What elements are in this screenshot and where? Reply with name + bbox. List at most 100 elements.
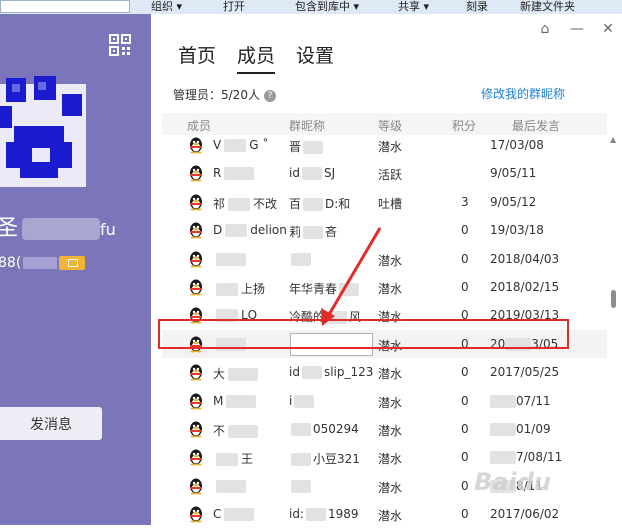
- menu-share[interactable]: 共享 ▾: [398, 0, 429, 14]
- member-row[interactable]: Cid: 1989 潜水 0 2017/06/02: [162, 500, 607, 528]
- tab-bar: 首页 成员 设置: [178, 41, 334, 74]
- group-profile-panel: 圣 fu 88( 发消息: [0, 14, 151, 525]
- member-name: 上扬: [213, 280, 265, 297]
- member-level: 潜水: [378, 367, 403, 382]
- member-last-speak: 9/05/11: [490, 166, 537, 181]
- admin-count: 管理员：5/20人?: [173, 86, 276, 103]
- member-level: 潜水: [378, 395, 403, 410]
- pin-icon[interactable]: ⌂: [536, 20, 554, 38]
- member-name: 大: [213, 365, 261, 382]
- scroll-up-icon[interactable]: ▲: [610, 135, 616, 144]
- menu-include-library[interactable]: 包含到库中 ▾: [295, 0, 359, 14]
- member-level: 潜水: [378, 452, 403, 467]
- tab-members[interactable]: 成员: [237, 41, 276, 74]
- member-name: 王: [213, 450, 253, 467]
- member-points: 0: [461, 393, 469, 408]
- qq-penguin-icon: [190, 279, 202, 296]
- member-group-card: id slip_123: [289, 365, 374, 380]
- qq-penguin-icon: [190, 222, 202, 239]
- member-row[interactable]: Mi 潜水 0 07/11: [162, 387, 607, 415]
- qq-penguin-icon: [190, 251, 202, 268]
- member-last-speak: 01/09: [490, 422, 551, 436]
- member-name: [213, 479, 249, 493]
- qq-penguin-icon: [190, 421, 202, 438]
- member-name: C: [213, 507, 257, 522]
- member-list-scrollbar[interactable]: ▲: [610, 135, 617, 525]
- member-group-card: 晋: [289, 138, 325, 155]
- member-name: VG ˚: [213, 138, 269, 152]
- member-points: 0: [461, 507, 469, 522]
- member-row[interactable]: 潜水 0 2018/04/03: [162, 245, 607, 273]
- member-level: 潜水: [378, 140, 403, 154]
- member-level: 潜水: [378, 281, 403, 296]
- member-name: R: [213, 166, 257, 181]
- scroll-thumb[interactable]: [611, 290, 616, 308]
- member-row[interactable]: 大 id slip_123 潜水 0 2017/05/25: [162, 358, 607, 386]
- send-message-button[interactable]: 发消息: [0, 407, 102, 440]
- member-row[interactable]: Rid SJ 活跃 9/05/11: [162, 159, 607, 187]
- menu-open[interactable]: 打开: [223, 0, 245, 14]
- tab-home[interactable]: 首页: [178, 41, 216, 74]
- level-badge: [59, 256, 86, 270]
- member-group-card: 莉吝: [289, 225, 338, 240]
- member-points: 0: [461, 279, 469, 294]
- menu-burn[interactable]: 刻录: [466, 0, 488, 14]
- member-points: 0: [461, 251, 469, 266]
- explorer-toolbar: 组织 ▾ 打开 包含到库中 ▾ 共享 ▾ 刻录 新建文件夹: [0, 0, 622, 15]
- member-points: 0: [461, 421, 469, 436]
- member-level: 潜水: [378, 423, 403, 438]
- member-group-card: [289, 479, 313, 493]
- member-group-card: i: [289, 394, 316, 408]
- member-last-speak: 17/03/08: [490, 138, 544, 152]
- qq-penguin-icon: [190, 478, 202, 495]
- member-level: 潜水: [378, 253, 403, 268]
- member-level: 潜水: [378, 509, 403, 524]
- qq-penguin-icon: [190, 165, 202, 182]
- member-last-speak: 19/03/18: [490, 223, 544, 238]
- minimize-icon[interactable]: —: [568, 20, 586, 38]
- menu-new-folder[interactable]: 新建文件夹: [520, 0, 575, 14]
- member-last-speak: 2017/06/02: [490, 507, 560, 522]
- member-points: 0: [461, 365, 469, 380]
- address-field[interactable]: [0, 0, 130, 13]
- member-row[interactable]: VG ˚ 晋 潜水 17/03/08: [162, 131, 607, 159]
- qq-penguin-icon: [190, 194, 202, 211]
- group-nickname: 圣 fu: [0, 216, 116, 241]
- group-avatar: [0, 72, 86, 187]
- member-points: 0: [461, 223, 469, 238]
- member-group-card: 百 D:和: [289, 196, 351, 211]
- member-row[interactable]: Ddelion 莉吝 0 19/03/18: [162, 216, 607, 244]
- member-level: 潜水: [378, 480, 403, 495]
- qq-penguin-icon: [190, 393, 202, 410]
- member-points: 0: [461, 450, 469, 465]
- tab-settings[interactable]: 设置: [296, 41, 334, 74]
- watermark: Baidu: [474, 468, 551, 496]
- member-last-speak: 9/05/12: [490, 194, 537, 209]
- member-last-speak: 2018/04/03: [490, 251, 560, 266]
- member-name: 不: [213, 422, 261, 439]
- member-name: M: [213, 394, 259, 408]
- member-group-card: id SJ: [289, 166, 336, 181]
- member-level: 活跃: [378, 168, 403, 183]
- qq-penguin-icon: [190, 449, 202, 466]
- close-icon[interactable]: ✕: [599, 20, 617, 38]
- menu-organize[interactable]: 组织 ▾: [151, 0, 182, 14]
- member-level: 吐槽: [378, 196, 403, 211]
- member-group-card: [289, 252, 313, 266]
- qq-penguin-icon: [190, 137, 202, 154]
- modify-group-nickname-link[interactable]: 修改我的群昵称: [481, 85, 565, 102]
- help-icon[interactable]: ?: [263, 89, 276, 102]
- member-name: 祁不改: [213, 196, 278, 211]
- member-row[interactable]: 上扬 年华青春 潜水 0 2018/02/15: [162, 273, 607, 301]
- member-row[interactable]: 不 050294 潜水 0 01/09: [162, 415, 607, 443]
- member-row[interactable]: 祁不改百 D:和 吐槽 3 9/05/12: [162, 188, 607, 216]
- member-points: 3: [461, 194, 469, 209]
- member-points: 0: [461, 478, 469, 493]
- member-name: Ddelion: [213, 223, 287, 238]
- member-last-speak: 7/08/11: [490, 450, 562, 465]
- qr-code-icon[interactable]: [109, 34, 131, 56]
- member-group-card: 小豆321: [289, 450, 360, 467]
- qq-penguin-icon: [190, 506, 202, 523]
- member-group-card: 年华青春: [289, 280, 361, 297]
- qq-penguin-icon: [190, 364, 202, 381]
